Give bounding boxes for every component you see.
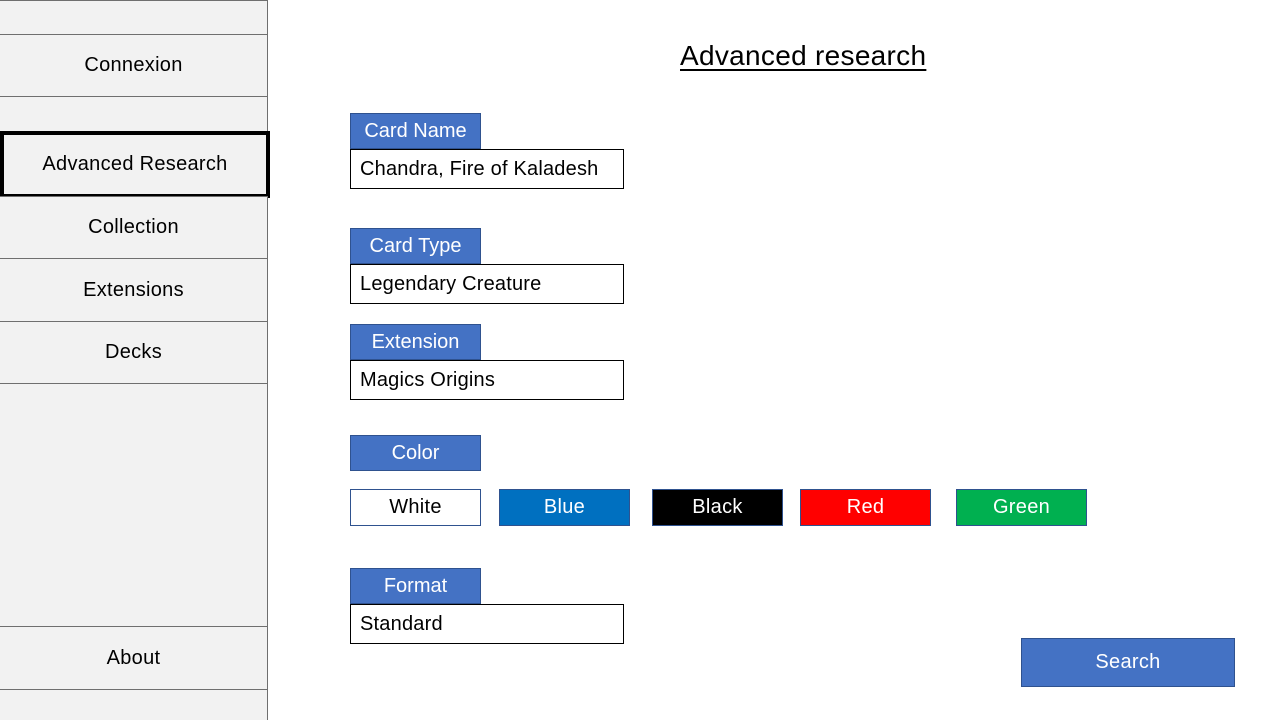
format-label: Format	[350, 568, 481, 604]
color-black-button[interactable]: Black	[652, 489, 783, 526]
format-input[interactable]	[350, 604, 624, 644]
sidebar-empty-area	[0, 383, 268, 627]
sidebar-item-connexion[interactable]: Connexion	[0, 34, 268, 97]
sidebar-item-advanced-research[interactable]: Advanced Research	[0, 131, 270, 198]
card-name-label: Card Name	[350, 113, 481, 149]
page-title: Advanced research	[680, 40, 927, 71]
sidebar-spacer-bottom	[0, 689, 268, 720]
card-name-input[interactable]	[350, 149, 624, 189]
color-label: Color	[350, 435, 481, 471]
color-blue-button[interactable]: Blue	[499, 489, 630, 526]
sidebar-item-decks[interactable]: Decks	[0, 321, 268, 384]
search-button[interactable]: Search	[1021, 638, 1235, 687]
extension-input[interactable]	[350, 360, 624, 400]
sidebar-spacer-top	[0, 0, 268, 35]
sidebar-item-collection[interactable]: Collection	[0, 196, 268, 259]
color-green-button[interactable]: Green	[956, 489, 1087, 526]
sidebar-item-about[interactable]: About	[0, 626, 268, 690]
sidebar: Connexion Advanced Research Collection E…	[0, 0, 270, 720]
color-red-button[interactable]: Red	[800, 489, 931, 526]
card-type-label: Card Type	[350, 228, 481, 264]
color-white-button[interactable]: White	[350, 489, 481, 526]
card-type-input[interactable]	[350, 264, 624, 304]
extension-label: Extension	[350, 324, 481, 360]
sidebar-item-extensions[interactable]: Extensions	[0, 258, 268, 322]
sidebar-spacer	[0, 96, 268, 132]
